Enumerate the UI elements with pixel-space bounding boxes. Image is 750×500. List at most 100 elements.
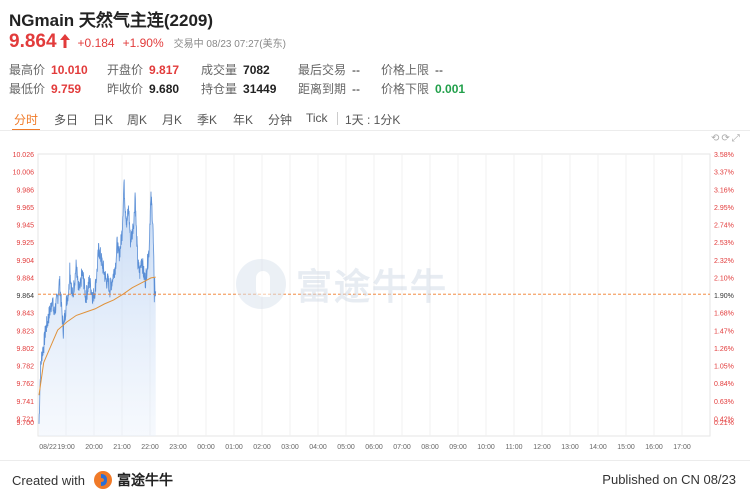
tab-multi-day[interactable]: 多日 [54,111,78,128]
x-tick-label: 08/22 [39,444,57,451]
stat-label: 持仓量 [201,82,238,96]
published-date: Published on CN 08/23 [602,472,736,487]
quote-summary: 9.864 +0.184 +1.90% 交易中 08/23 07:27(美东) [9,31,286,53]
y-tick-label: 9.843 [16,311,34,318]
stat-label: 价格上限 [381,63,430,77]
stat-high: 最高价 10.010 [9,61,88,78]
stat-label: 距离到期 [298,82,347,96]
x-tick-label: 12:00 [533,444,551,451]
y-tick-pct-label: 1.26% [714,346,734,353]
x-tick-label: 10:00 [477,444,495,451]
stat-value: 10.010 [51,63,88,77]
y-tick-label: 10.026 [13,152,35,159]
tab-weekly-k[interactable]: 周K [127,111,147,128]
stat-value: 7082 [243,63,270,77]
x-tick-label: 16:00 [645,444,663,451]
y-tick-pct-label: 1.68% [714,311,734,318]
stat-value: -- [352,82,361,96]
x-tick-label: 20:00 [85,444,103,451]
y-tick-label: 9.925 [16,240,34,247]
stat-value: 9.759 [51,82,82,96]
x-tick-label: 09:00 [449,444,467,451]
divider [0,460,750,461]
y-tick-pct-label: 2.95% [714,205,734,212]
stat-open-interest: 持仓量 31449 [201,80,276,97]
y-tick-pct-label: 2.32% [714,258,734,265]
page-title: NGmain 天然气主连(2209) [9,11,214,30]
stat-expiry: 距离到期 -- [298,80,360,97]
x-tick-label: 06:00 [365,444,383,451]
tab-tick[interactable]: Tick [306,111,328,125]
tab-monthly-k[interactable]: 月K [162,111,182,128]
x-tick-label: 14:00 [589,444,607,451]
created-with-label: Created with [12,472,85,488]
y-tick-pct-label: 2.53% [714,240,734,247]
stat-value: 9.680 [149,82,180,96]
y-tick-pct-label: 0.21% [714,420,734,427]
x-tick-label: 15:00 [617,444,635,451]
stat-label: 开盘价 [107,63,144,77]
tab-daily-k[interactable]: 日K [93,111,113,128]
y-tick-pct-label: 1.90% [714,293,734,300]
up-arrow-icon [59,34,70,48]
x-tick-label: 21:00 [113,444,131,451]
stat-value: -- [435,63,444,77]
y-tick-label: 9.986 [16,187,34,194]
y-tick-label: 9.884 [16,275,34,282]
interval-selector[interactable]: 1天 : 1分K [345,111,400,128]
stat-label: 最高价 [9,63,46,77]
chart-period-tabs: 分时 多日 日K 周K 月K 季K 年K 分钟 Tick 1天 : 1分K [0,107,750,131]
stat-volume: 成交量 7082 [201,61,270,78]
tab-minute[interactable]: 分钟 [268,111,292,128]
y-tick-label: 9.965 [16,205,34,212]
last-price: 9.864 [9,31,57,52]
y-tick-label: 9.904 [16,258,34,265]
tab-quarterly-k[interactable]: 季K [197,111,217,128]
x-tick-label: 04:00 [309,444,327,451]
y-tick-pct-label: 3.37% [714,170,734,177]
y-tick-label: 9.782 [16,364,34,371]
x-tick-label: 08:00 [421,444,439,451]
x-tick-label: 01:00 [225,444,243,451]
stat-label: 价格下限 [381,82,430,96]
y-tick-label: 9.864 [16,293,34,300]
x-tick-label: 07:00 [393,444,411,451]
brand-name: 富途牛牛 [116,472,173,488]
watermark-text: 富途牛牛 [296,266,449,307]
footer-credit: Created with 富途牛牛 [12,470,173,490]
tab-yearly-k[interactable]: 年K [233,111,253,128]
tab-divider [337,112,338,125]
y-tick-pct-label: 1.05% [714,364,734,371]
y-tick-label: 9.802 [16,346,34,353]
stat-label: 昨收价 [107,82,144,96]
y-tick-label: 9.823 [16,328,34,335]
price-change: +0.184 [77,36,115,50]
watermark: 富途牛牛 [236,258,448,310]
x-tick-label: 11:00 [506,444,523,451]
y-tick-label: 9.945 [16,223,34,230]
x-tick-label: 13:00 [561,444,579,451]
x-tick-label: 03:00 [281,444,299,451]
futu-logo-icon [93,471,112,489]
x-tick-label: 19:00 [57,444,75,451]
stat-low: 最低价 9.759 [9,80,81,97]
y-tick-pct-label: 3.58% [714,152,734,159]
x-tick-label: 22:00 [141,444,159,451]
stat-upper-limit: 价格上限 -- [381,61,443,78]
x-tick-label: 05:00 [337,444,355,451]
y-tick-label: 9.700 [16,420,34,427]
y-tick-pct-label: 0.84% [714,381,734,388]
x-tick-label: 00:00 [197,444,215,451]
x-tick-label: 17:00 [673,444,691,451]
y-tick-pct-label: 1.47% [714,328,734,335]
y-tick-pct-label: 0.63% [714,399,734,406]
y-tick-label: 9.762 [16,381,34,388]
watermark-logo-icon [236,259,286,309]
stat-value: -- [352,63,361,77]
y-tick-pct-label: 2.10% [714,275,734,282]
tab-intraday[interactable]: 分时 [14,111,38,128]
stat-value: 0.001 [435,82,466,96]
x-tick-label: 23:00 [169,444,187,451]
y-tick-label: 9.741 [16,399,34,406]
divider [0,130,750,131]
